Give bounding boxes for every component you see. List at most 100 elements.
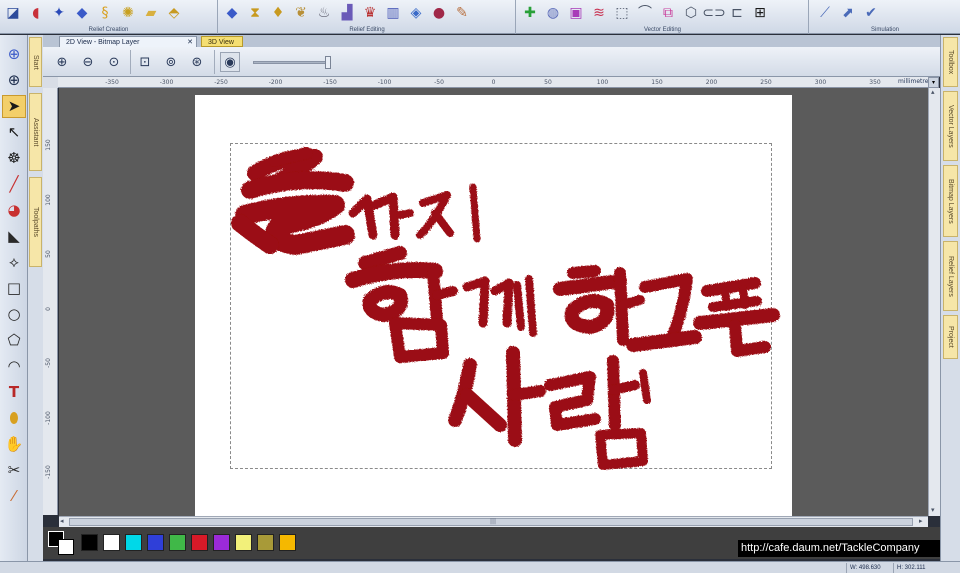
extrude-icon[interactable]: ◆	[71, 2, 93, 24]
flatten-icon[interactable]: ◈	[405, 2, 427, 24]
smooth-icon[interactable]: ◆	[221, 2, 243, 24]
globe-icon[interactable]: ⊕	[2, 69, 26, 92]
tab-vector-layers[interactable]: Vector Layers	[943, 91, 958, 161]
zoom-page-icon[interactable]: ⊡	[135, 52, 155, 72]
group-icon[interactable]: ⧉	[657, 2, 679, 24]
status-height: H: 302.111	[893, 563, 939, 573]
tab-2d-view[interactable]: 2D View - Bitmap Layer ✕	[59, 36, 197, 47]
brush-icon[interactable]: ◣	[2, 225, 26, 248]
tab-toolpaths[interactable]: Toolpaths	[29, 177, 42, 267]
vertical-scrollbar[interactable]: ▴ ▾	[928, 88, 940, 516]
pen-icon[interactable]: ╱	[2, 173, 26, 196]
cup-icon[interactable]: ♨	[313, 2, 335, 24]
wave-icon[interactable]: ≋	[588, 2, 610, 24]
circle-icon[interactable]: ○	[2, 303, 26, 326]
scroll-up-icon[interactable]: ▴	[931, 88, 935, 96]
colour-swatch[interactable]	[257, 534, 274, 551]
zoom-icon[interactable]: ⊕	[2, 43, 26, 66]
sim-3d-icon[interactable]: ⟋	[814, 2, 836, 24]
scroll-down-icon[interactable]: ▾	[931, 506, 935, 514]
colour-swatch[interactable]	[169, 534, 186, 551]
calligraphy-bitmap[interactable]	[195, 95, 792, 517]
cap-icon[interactable]: ♛	[359, 2, 381, 24]
units-label: millimetres	[898, 78, 932, 85]
colour-swatch[interactable]	[125, 534, 142, 551]
scissors-icon[interactable]: ✂	[2, 459, 26, 482]
offset-icon[interactable]: ⬡	[680, 2, 702, 24]
right-panel-tabs: Toolbox Vector Layers Bitmap Layers Reli…	[940, 35, 960, 567]
sculpt-icon[interactable]: ♦	[267, 2, 289, 24]
texture-icon[interactable]: ✺	[117, 2, 139, 24]
ruler-tick-label: 0	[491, 79, 496, 86]
rectangle-icon[interactable]: □	[2, 277, 26, 300]
smooth-curve-icon[interactable]: ⊏	[726, 2, 748, 24]
units-dropdown-button[interactable]: ▾	[928, 77, 939, 88]
zoom-actual-icon[interactable]: ⊛	[187, 52, 207, 72]
pipette-icon[interactable]: ⁄	[2, 485, 26, 508]
ruler-tick-label: 300	[814, 79, 827, 86]
relief-blob-icon[interactable]: ◖	[25, 2, 47, 24]
colour-swatch[interactable]	[81, 534, 98, 551]
select-arrow-icon[interactable]: ➤	[2, 95, 26, 118]
sim-toolpath-icon[interactable]: ⬈	[837, 2, 859, 24]
zoom-slider-track[interactable]	[253, 61, 331, 64]
horizontal-scrollbar[interactable]: ◂ ||| ▸	[59, 516, 928, 527]
stamp-icon[interactable]: ❦	[290, 2, 312, 24]
polygon-icon[interactable]: ⬠	[2, 329, 26, 352]
zoom-selection-icon[interactable]: ⊚	[161, 52, 181, 72]
chain-icon[interactable]: ⊂⊃	[702, 2, 725, 24]
tab-3d-view[interactable]: 3D View	[201, 36, 243, 47]
foreground-background-swatch[interactable]	[48, 531, 76, 555]
clone-icon[interactable]: ✋	[2, 433, 26, 456]
background-colour[interactable]	[58, 539, 74, 555]
vector-trim-icon[interactable]: ▣	[565, 2, 587, 24]
sim-check-icon[interactable]: ✔	[860, 2, 882, 24]
horizontal-ruler: -350 -300 -250 -200 -150 -100 -50 0 50 100 150 200 2…	[58, 77, 928, 88]
transform-icon[interactable]: ⬚	[611, 2, 633, 24]
column-icon[interactable]: ▥	[382, 2, 404, 24]
pin-icon[interactable]: ●	[428, 2, 450, 24]
tab-bitmap-layers[interactable]: Bitmap Layers	[943, 165, 958, 237]
colour-swatch[interactable]	[279, 534, 296, 551]
tab-project[interactable]: Project	[943, 315, 958, 359]
vector-draw-icon[interactable]: ⟡	[2, 251, 26, 274]
tab-relief-layers[interactable]: Relief Layers	[943, 241, 958, 311]
text-icon[interactable]: T	[2, 381, 26, 404]
colour-swatch[interactable]	[213, 534, 230, 551]
zoom-out-icon[interactable]: ⊖	[78, 52, 98, 72]
hourglass-icon[interactable]: ⧗	[244, 2, 266, 24]
colour-swatch[interactable]	[191, 534, 208, 551]
drop-icon[interactable]: ⬮	[2, 407, 26, 430]
camera-icon[interactable]: ◉	[220, 52, 240, 72]
spin-icon[interactable]: §	[94, 2, 116, 24]
eraser-icon[interactable]: ✎	[451, 2, 473, 24]
centre-icon[interactable]: ⊞	[749, 2, 771, 24]
zoom-fit-icon[interactable]: ⊙	[104, 52, 124, 72]
tab-assistant[interactable]: Assistant	[29, 93, 42, 171]
bend-icon[interactable]: ⌒	[634, 2, 656, 24]
node-edit-icon[interactable]: ✚	[519, 2, 541, 24]
relief-shape-icon[interactable]: ◪	[2, 2, 24, 24]
scroll-left-icon[interactable]: ◂	[60, 517, 64, 525]
tab-start[interactable]: Start	[29, 37, 42, 87]
ruler-tick-label: 150	[45, 139, 52, 151]
layer-flat-icon[interactable]: ▰	[140, 2, 162, 24]
colour-swatch[interactable]	[147, 534, 164, 551]
blend-icon[interactable]: ▟	[336, 2, 358, 24]
scroll-right-icon[interactable]: ▸	[919, 517, 923, 525]
measure-icon[interactable]: ☸	[2, 147, 26, 170]
star-relief-icon[interactable]: ✦	[48, 2, 70, 24]
design-page[interactable]	[195, 95, 792, 517]
scrollbar-thumb[interactable]: |||	[69, 518, 913, 526]
arc-icon[interactable]: ◠	[2, 355, 26, 378]
tab-toolbox[interactable]: Toolbox	[943, 37, 958, 87]
zoom-slider-thumb[interactable]	[325, 56, 331, 69]
paint-bucket-icon[interactable]: ◕	[2, 199, 26, 222]
merge-icon[interactable]: ⬘	[163, 2, 185, 24]
node-pointer-icon[interactable]: ↖	[2, 121, 26, 144]
colour-swatch[interactable]	[235, 534, 252, 551]
weld-icon[interactable]: ◍	[542, 2, 564, 24]
zoom-in-icon[interactable]: ⊕	[52, 52, 72, 72]
drawing-canvas[interactable]	[59, 88, 940, 517]
colour-swatch[interactable]	[103, 534, 120, 551]
